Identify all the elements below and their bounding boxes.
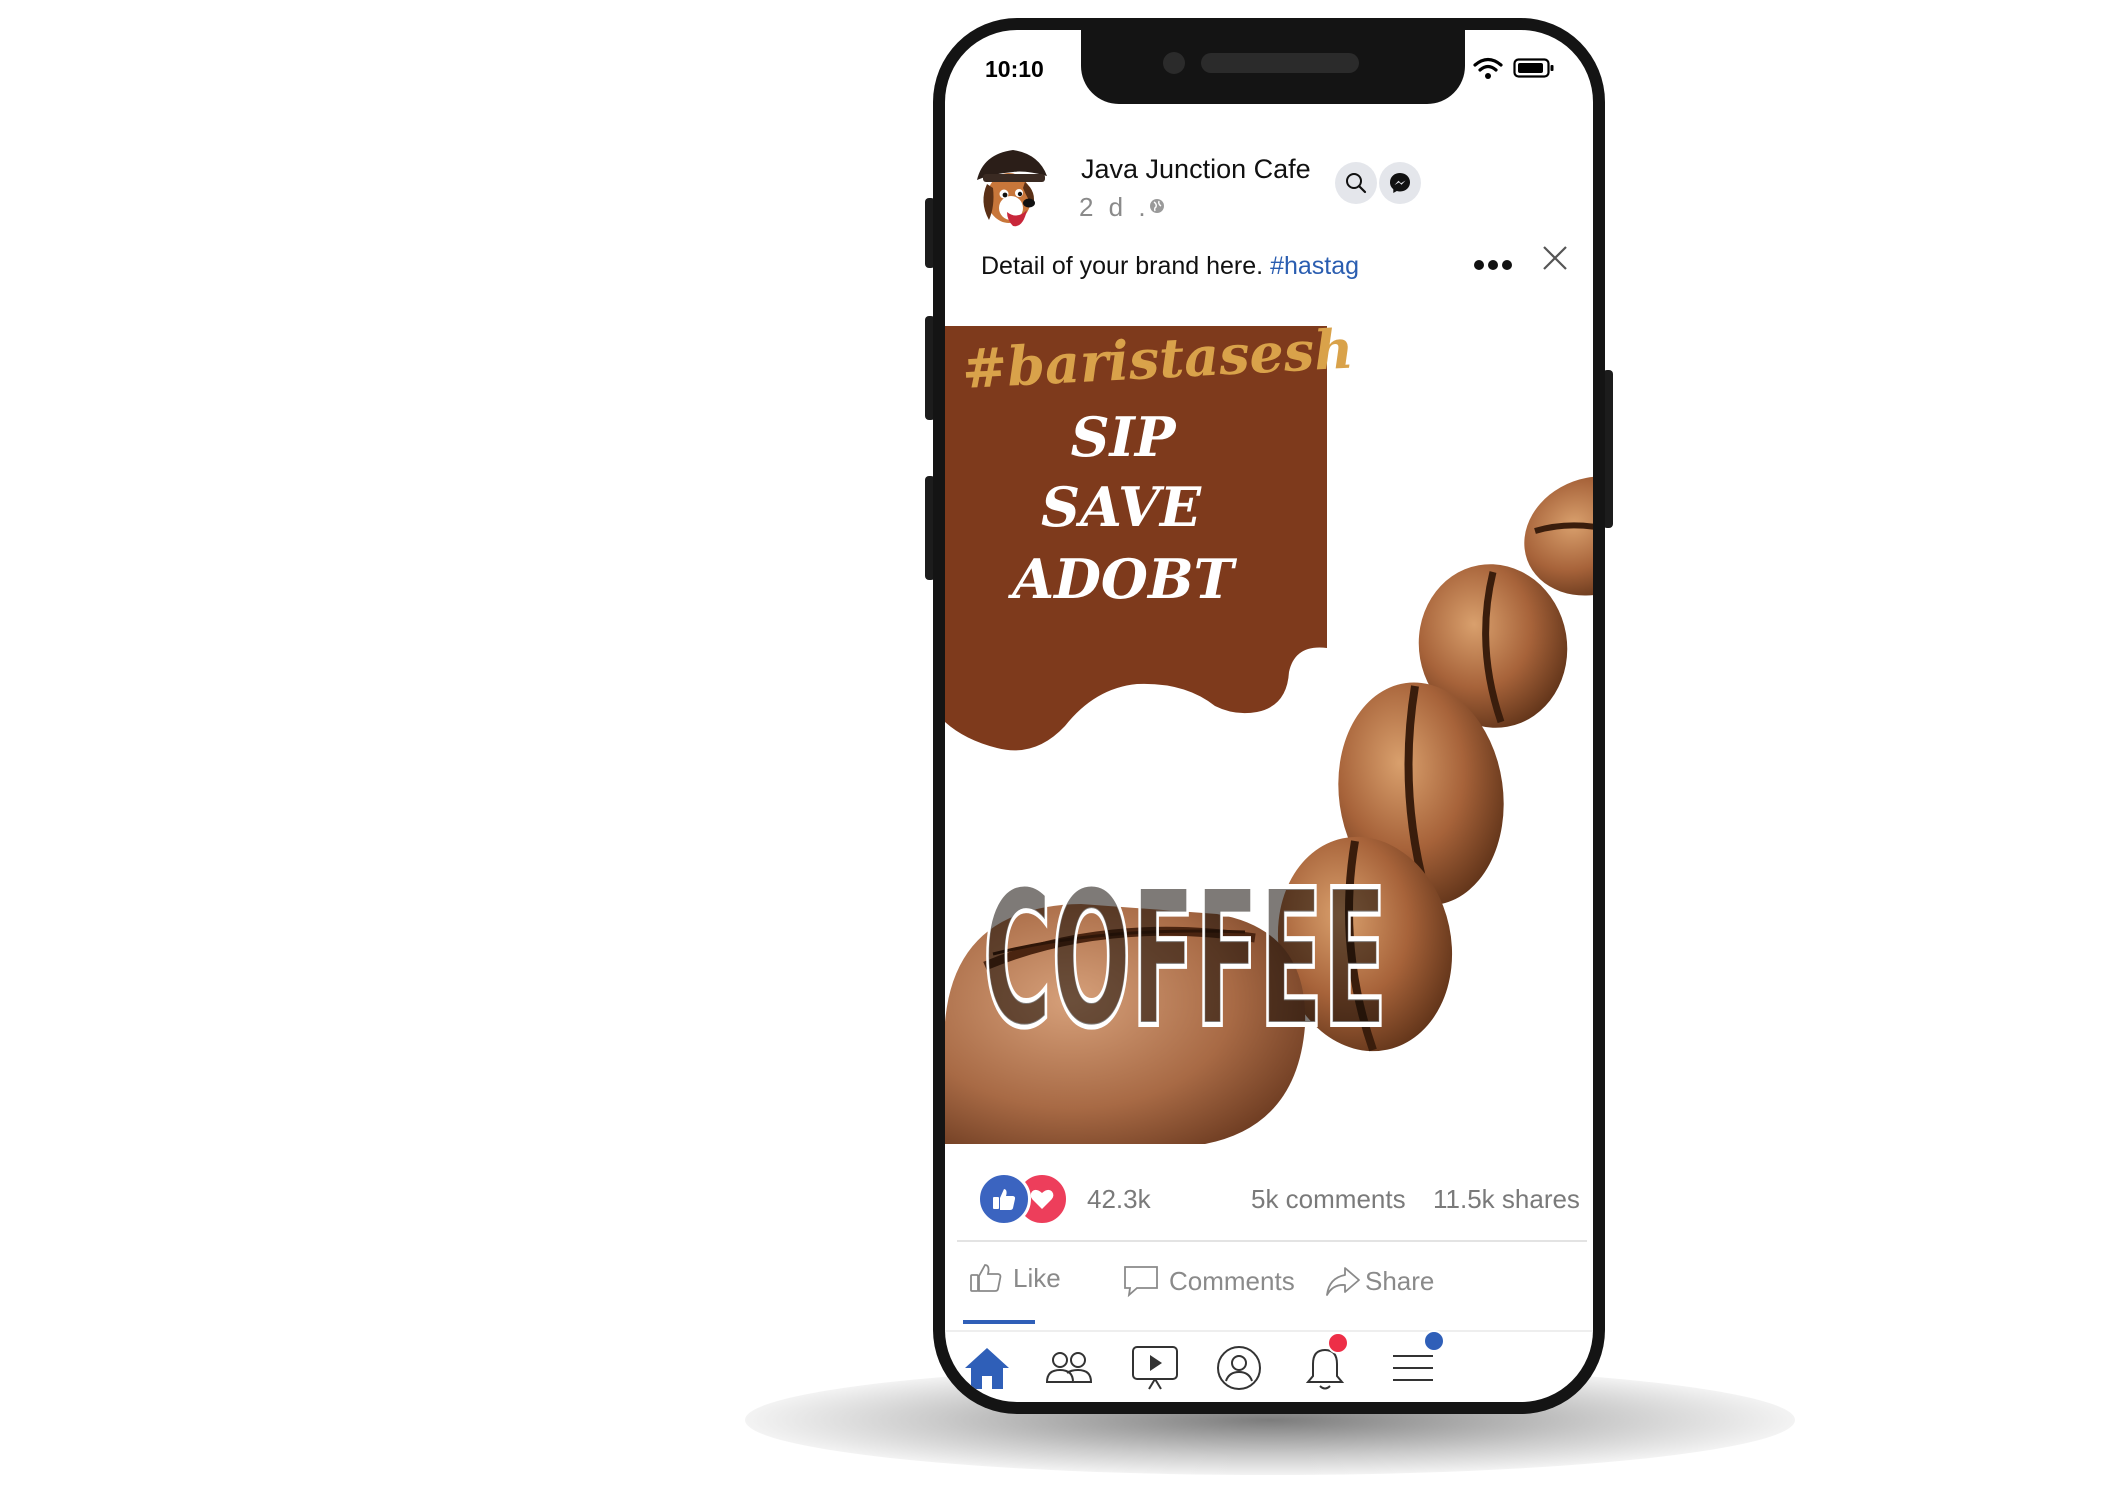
- search-icon: [1346, 173, 1367, 194]
- watch-icon: [1132, 1346, 1178, 1390]
- caption-text: Detail of your brand here.: [981, 252, 1264, 280]
- earpiece-speaker: [1201, 53, 1359, 73]
- menu-badge: [1423, 1330, 1445, 1352]
- share-button[interactable]: Share: [1325, 1264, 1434, 1298]
- caption-hashtag-link[interactable]: #hastag: [1270, 252, 1359, 280]
- like-reaction[interactable]: [977, 1172, 1031, 1226]
- comment-label: Comments: [1169, 1265, 1295, 1296]
- banner-line-adobt: ADOBT: [1007, 547, 1237, 611]
- comment-button[interactable]: Comments: [1123, 1264, 1295, 1298]
- post-timestamp[interactable]: 2 d .: [1079, 192, 1150, 223]
- phone-screen: 10:10 Java Junction Cafe 2 d . Detail of…: [945, 30, 1593, 1402]
- coffee-headline-shadow: COFFEE: [983, 850, 1387, 1069]
- banner-line-save: SAVE: [1041, 475, 1202, 539]
- wifi-icon: [1473, 57, 1503, 79]
- front-camera: [1163, 52, 1185, 74]
- share-icon: [1326, 1267, 1360, 1296]
- status-time: 10:10: [985, 56, 1044, 82]
- notch: [1081, 30, 1465, 104]
- comments-count[interactable]: 5k comments: [1251, 1184, 1406, 1215]
- home-icon: [965, 1348, 1009, 1389]
- thumbs-up-icon: [993, 1189, 1016, 1210]
- nav-profile[interactable]: [1211, 1340, 1267, 1396]
- post-header: Java Junction Cafe 2 d .: [945, 140, 1593, 240]
- nav-menu[interactable]: [1385, 1330, 1445, 1396]
- bottom-navigation: [945, 1330, 1593, 1400]
- reaction-count[interactable]: 42.3k: [1087, 1184, 1151, 1215]
- avatar[interactable]: [973, 140, 1053, 230]
- stats-divider: [957, 1240, 1587, 1242]
- share-label: Share: [1365, 1265, 1435, 1296]
- battery-icon: [1513, 58, 1554, 78]
- page-name[interactable]: Java Junction Cafe: [1081, 154, 1311, 185]
- messenger-button[interactable]: [1379, 162, 1421, 204]
- banner-line-sip: SIP: [1071, 405, 1177, 469]
- profile-icon: [1217, 1346, 1261, 1390]
- dog-pirate-avatar-icon: [977, 150, 1047, 227]
- close-icon[interactable]: [1541, 244, 1569, 272]
- nav-separator: [945, 1330, 1593, 1332]
- messenger-icon: [1390, 173, 1410, 193]
- post-caption: Detail of your brand here. #hastag: [981, 252, 1359, 281]
- like-label: Like: [1013, 1262, 1061, 1293]
- active-tab-indicator: [963, 1320, 1035, 1324]
- search-button[interactable]: [1335, 162, 1377, 204]
- like-button[interactable]: Like: [969, 1262, 1061, 1294]
- notification-badge: [1327, 1332, 1349, 1354]
- post-image[interactable]: #baristasesh SIP SAVE ADOBT COFFEE COFFE…: [945, 326, 1593, 1146]
- globe-icon: [1150, 199, 1164, 213]
- nav-home[interactable]: [959, 1340, 1015, 1396]
- shares-count[interactable]: 11.5k shares: [1433, 1184, 1580, 1215]
- comment-icon: [1124, 1266, 1158, 1298]
- menu-icon: [1393, 1355, 1433, 1381]
- post-actions: Like Comments Share: [945, 1258, 1593, 1318]
- more-options-icon[interactable]: [1473, 258, 1513, 272]
- friends-icon: [1045, 1352, 1093, 1383]
- nav-friends[interactable]: [1041, 1340, 1097, 1396]
- heart-icon: [1030, 1189, 1054, 1209]
- nav-watch[interactable]: [1127, 1340, 1183, 1396]
- like-icon: [970, 1264, 1002, 1292]
- status-icons: [1473, 56, 1555, 80]
- nav-notifications[interactable]: [1297, 1332, 1353, 1396]
- reaction-stats: 42.3k 5k comments 11.5k shares: [945, 1172, 1593, 1226]
- phone-frame: 10:10 Java Junction Cafe 2 d . Detail of…: [933, 18, 1605, 1414]
